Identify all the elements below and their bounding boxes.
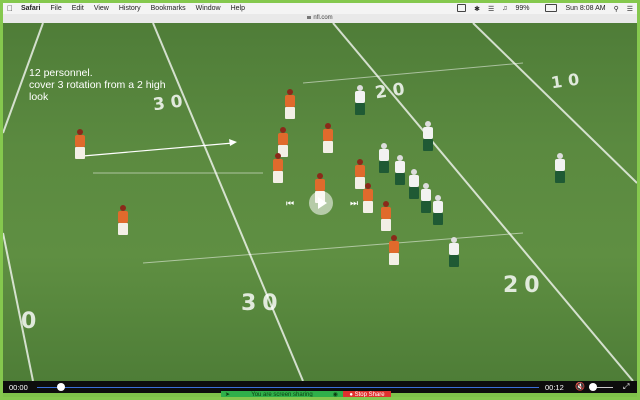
volume-icon[interactable]: ♫ bbox=[502, 5, 507, 12]
menu-window[interactable]: Window bbox=[196, 5, 221, 12]
sharing-text: You are screen sharing bbox=[251, 392, 313, 398]
yard-number: 20 bbox=[503, 273, 546, 298]
menu-file[interactable]: File bbox=[50, 5, 61, 12]
offense-player bbox=[285, 89, 295, 119]
yard-number: 0 bbox=[21, 309, 43, 334]
url-text: nfl.com bbox=[313, 15, 333, 21]
stop-share-label: Stop Share bbox=[354, 392, 385, 398]
play-icon[interactable] bbox=[309, 191, 333, 215]
progress-track[interactable] bbox=[37, 387, 539, 388]
current-time: 00:00 bbox=[9, 383, 28, 392]
screen-share-bar: ➤ You are screen sharing ◉ ● Stop Share bbox=[221, 391, 391, 398]
wifi-icon[interactable]: ☰ bbox=[488, 5, 494, 13]
sharing-indicator: ➤ You are screen sharing ◉ bbox=[221, 391, 343, 398]
duration: 00:12 bbox=[545, 383, 564, 392]
skip-back-icon[interactable]: ⏮ bbox=[286, 198, 294, 208]
offense-player bbox=[389, 235, 399, 265]
defense-player bbox=[449, 237, 459, 267]
annotation-line-2: cover 3 rotation from a 2 high bbox=[29, 79, 166, 91]
offense-player bbox=[381, 201, 391, 231]
menu-app-name[interactable]: Safari bbox=[21, 5, 40, 12]
offense-player bbox=[363, 183, 373, 213]
fullscreen-icon[interactable]: ⤢ bbox=[623, 382, 629, 392]
menu-list-icon[interactable]: ☰ bbox=[627, 5, 633, 13]
battery-icon[interactable] bbox=[537, 3, 558, 14]
clock[interactable]: Sun 8:08 AM bbox=[565, 5, 605, 12]
defense-player bbox=[395, 155, 405, 185]
apple-icon[interactable]:  bbox=[7, 4, 13, 13]
defense-player bbox=[433, 195, 443, 225]
annotation-line-1: 12 personnel. bbox=[29, 67, 93, 79]
menu-view[interactable]: View bbox=[94, 5, 109, 12]
mute-icon[interactable]: 🔇 bbox=[575, 382, 585, 391]
video-player[interactable]: 12 personnel. cover 3 rotation from a 2 … bbox=[3, 23, 637, 381]
defense-player bbox=[423, 121, 433, 151]
stop-share-button[interactable]: ● Stop Share bbox=[343, 391, 391, 398]
volume-knob[interactable] bbox=[589, 383, 597, 391]
skip-forward-icon[interactable]: ⏭ bbox=[350, 198, 358, 208]
annotation-text: 12 personnel. cover 3 rotation from a 2 … bbox=[29, 67, 219, 103]
annotation-line-3: look bbox=[29, 91, 49, 103]
menubar-status: ✱ ☰ ♫ 99% Sun 8:08 AM ⚲ ☰ bbox=[441, 3, 633, 14]
defense-player bbox=[555, 153, 565, 183]
offense-player bbox=[323, 123, 333, 153]
lock-icon bbox=[307, 15, 312, 19]
bluetooth-icon[interactable]: ✱ bbox=[474, 5, 480, 13]
offense-player bbox=[273, 153, 283, 183]
menu-help[interactable]: Help bbox=[231, 5, 245, 12]
defense-player bbox=[355, 85, 365, 115]
offense-player bbox=[75, 129, 85, 159]
defense-player bbox=[379, 143, 389, 173]
search-icon[interactable]: ⚲ bbox=[614, 5, 619, 13]
menubar:  Safari File Edit View History Bookmark… bbox=[3, 3, 637, 14]
pointer-icon[interactable]: ➤ bbox=[225, 391, 230, 397]
battery-percent[interactable]: 99% bbox=[515, 5, 529, 12]
menu-edit[interactable]: Edit bbox=[72, 5, 84, 12]
offense-player bbox=[118, 205, 128, 235]
menu-history[interactable]: History bbox=[119, 5, 141, 12]
defense-player bbox=[409, 169, 419, 199]
menu-bookmarks[interactable]: Bookmarks bbox=[151, 5, 186, 12]
progress-knob[interactable] bbox=[57, 383, 65, 391]
screen-icon[interactable] bbox=[449, 3, 467, 14]
defense-player bbox=[421, 183, 431, 213]
yard-number: 30 bbox=[241, 291, 284, 316]
annotation-arrow bbox=[82, 139, 237, 157]
shield-icon[interactable]: ◉ bbox=[333, 391, 338, 397]
window-frame:  Safari File Edit View History Bookmark… bbox=[0, 0, 640, 400]
